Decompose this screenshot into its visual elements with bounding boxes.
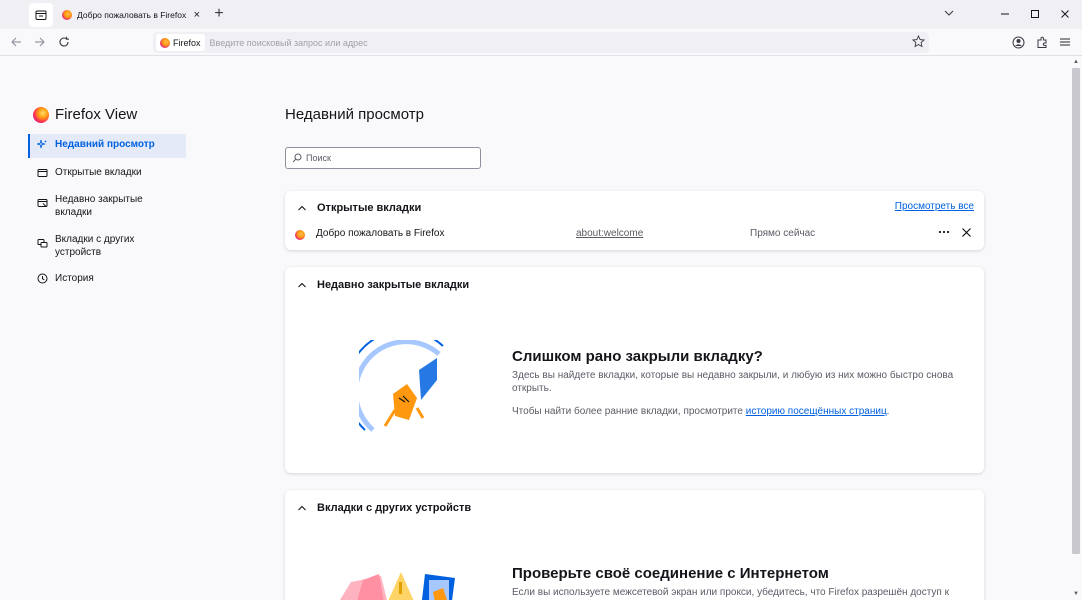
- page-title: Недавний просмотр: [285, 106, 424, 123]
- sidebar-item-history[interactable]: История: [28, 268, 186, 289]
- close-icon: [962, 228, 971, 237]
- account-icon: [1012, 36, 1024, 48]
- open-tabs-header[interactable]: Открытые вкладки: [297, 202, 421, 214]
- card-heading: Открытые вкладки: [317, 202, 422, 214]
- empty-state-title: Слишком рано закрыли вкладку?: [512, 348, 763, 365]
- maximize-icon: [1031, 10, 1039, 18]
- hint-suffix: .: [886, 406, 890, 417]
- sidebar-item-recently-closed[interactable]: Недавно закрытые вкладки: [28, 189, 158, 223]
- firefox-view-header: Firefox View: [33, 106, 137, 123]
- browser-tab[interactable]: Добро пожаловать в Firefox ×: [56, 3, 206, 27]
- open-tabs-card: Открытые вкладки Просмотреть все Добро п…: [285, 191, 984, 250]
- empty-state-text: Если вы используете межсетевой экран или…: [512, 587, 949, 598]
- chevron-down-icon: [944, 10, 954, 16]
- sidebar-item-label: Вкладки с других устройств: [55, 234, 135, 258]
- minimize-icon: [1001, 13, 1009, 15]
- more-options-button[interactable]: [937, 225, 951, 242]
- table-row[interactable]: Добро пожаловать в Firefox about:welcome…: [295, 228, 975, 242]
- hamburger-menu-icon: [1060, 38, 1070, 46]
- sidebar-item-recent-browsing[interactable]: Недавний просмотр: [28, 134, 186, 158]
- sidebar-item-synced-tabs[interactable]: Вкладки с других устройств: [28, 229, 158, 263]
- puzzle-icon: [1037, 36, 1046, 48]
- close-tab-button[interactable]: [961, 227, 972, 241]
- extensions-button[interactable]: [1034, 34, 1050, 50]
- forward-button[interactable]: [32, 34, 48, 50]
- reload-icon: [59, 36, 69, 47]
- tab-close-icon[interactable]: ×: [194, 9, 200, 21]
- empty-state-text: Здесь вы найдете вкладки, которые вы нед…: [512, 370, 954, 394]
- scroll-down-arrow-icon[interactable]: ▼: [1072, 590, 1080, 598]
- back-arrow-icon: [11, 37, 21, 47]
- identity-label: Firefox: [173, 37, 201, 48]
- recently-closed-header[interactable]: Недавно закрытые вкладки: [297, 279, 469, 291]
- hint-prefix: Чтобы найти более ранние вкладки, просмо…: [512, 406, 746, 417]
- sidebar-item-open-tabs[interactable]: Открытые вкладки: [28, 162, 186, 183]
- star-icon: [911, 34, 926, 48]
- scroll-up-arrow-icon[interactable]: ▲: [1072, 58, 1080, 66]
- address-bar[interactable]: Firefox: [153, 32, 929, 53]
- history-link[interactable]: историю посещённых страниц: [746, 406, 887, 417]
- sidebar-item-label: Недавний просмотр: [55, 139, 155, 150]
- history-icon: [36, 272, 48, 285]
- firefox-favicon-icon: [160, 37, 170, 48]
- scrollbar-thumb[interactable]: [1072, 68, 1080, 554]
- ellipsis-icon: [938, 230, 950, 234]
- chevron-up-icon[interactable]: [297, 280, 309, 290]
- list-all-tabs-button[interactable]: [943, 7, 955, 22]
- url-input[interactable]: [209, 37, 929, 48]
- tab-row-url[interactable]: about:welcome: [576, 228, 643, 239]
- app-menu-button[interactable]: [1057, 34, 1073, 50]
- close-window-button[interactable]: [1057, 6, 1073, 22]
- maximize-button[interactable]: [1027, 6, 1043, 22]
- window-icon: [36, 166, 48, 179]
- tab-row-title[interactable]: Добро пожаловать в Firefox: [316, 228, 444, 239]
- closed-tab-illustration: [359, 340, 444, 432]
- card-heading: Вкладки с других устройств: [317, 502, 472, 514]
- empty-state-title: Проверьте своё соединение с Интернетом: [512, 565, 829, 582]
- connection-illustration: [339, 572, 455, 600]
- tab-strip: Добро пожаловать в Firefox × +: [0, 0, 1082, 29]
- search-box[interactable]: [285, 147, 481, 169]
- page-scrollbar[interactable]: ▲ ▼: [1070, 56, 1082, 600]
- sparkle-icon: [36, 138, 48, 151]
- tab-row-time: Прямо сейчас: [750, 228, 816, 239]
- sidebar-item-label: Открытые вкладки: [55, 167, 142, 178]
- firefox-favicon-icon: [295, 230, 305, 240]
- synced-tabs-card: Вкладки с других устройств Проверьте сво…: [285, 490, 984, 600]
- minimize-button[interactable]: [997, 6, 1013, 22]
- new-tab-button[interactable]: +: [212, 5, 226, 23]
- closed-tabs-icon: [36, 196, 48, 209]
- forward-arrow-icon: [35, 37, 45, 47]
- firefox-favicon-icon: [62, 10, 72, 20]
- view-all-link[interactable]: Просмотреть все: [895, 201, 974, 212]
- firefox-view-page: Firefox View Недавний просмотр Открытые …: [0, 56, 1070, 600]
- synced-tabs-icon: [36, 236, 48, 249]
- recently-closed-card: Недавно закрытые вкладки Слишком рано за…: [285, 267, 984, 473]
- firefox-view-button[interactable]: [29, 3, 53, 27]
- firefox-view-icon: [35, 10, 47, 20]
- firefox-view-title: Firefox View: [55, 106, 138, 123]
- close-icon: [1061, 10, 1069, 18]
- reload-button[interactable]: [56, 34, 72, 50]
- card-heading: Недавно закрытые вкладки: [317, 279, 470, 291]
- empty-state-hint: Чтобы найти более ранние вкладки, просмо…: [512, 405, 962, 418]
- search-icon: [292, 153, 302, 163]
- account-button[interactable]: [1010, 34, 1026, 50]
- sidebar-item-label: История: [55, 273, 94, 284]
- chevron-up-icon[interactable]: [297, 203, 309, 213]
- identity-box[interactable]: Firefox: [156, 34, 205, 51]
- bookmark-star-button[interactable]: [911, 34, 926, 51]
- sidebar-item-label: Недавно закрытые вкладки: [55, 194, 143, 218]
- chevron-up-icon[interactable]: [297, 503, 309, 513]
- firefox-logo-icon: [33, 106, 49, 123]
- navigation-toolbar: Firefox: [0, 29, 1082, 56]
- tab-title: Добро пожаловать в Firefox: [77, 10, 187, 20]
- search-input[interactable]: [306, 153, 466, 163]
- synced-tabs-header[interactable]: Вкладки с других устройств: [297, 502, 471, 514]
- back-button[interactable]: [8, 34, 24, 50]
